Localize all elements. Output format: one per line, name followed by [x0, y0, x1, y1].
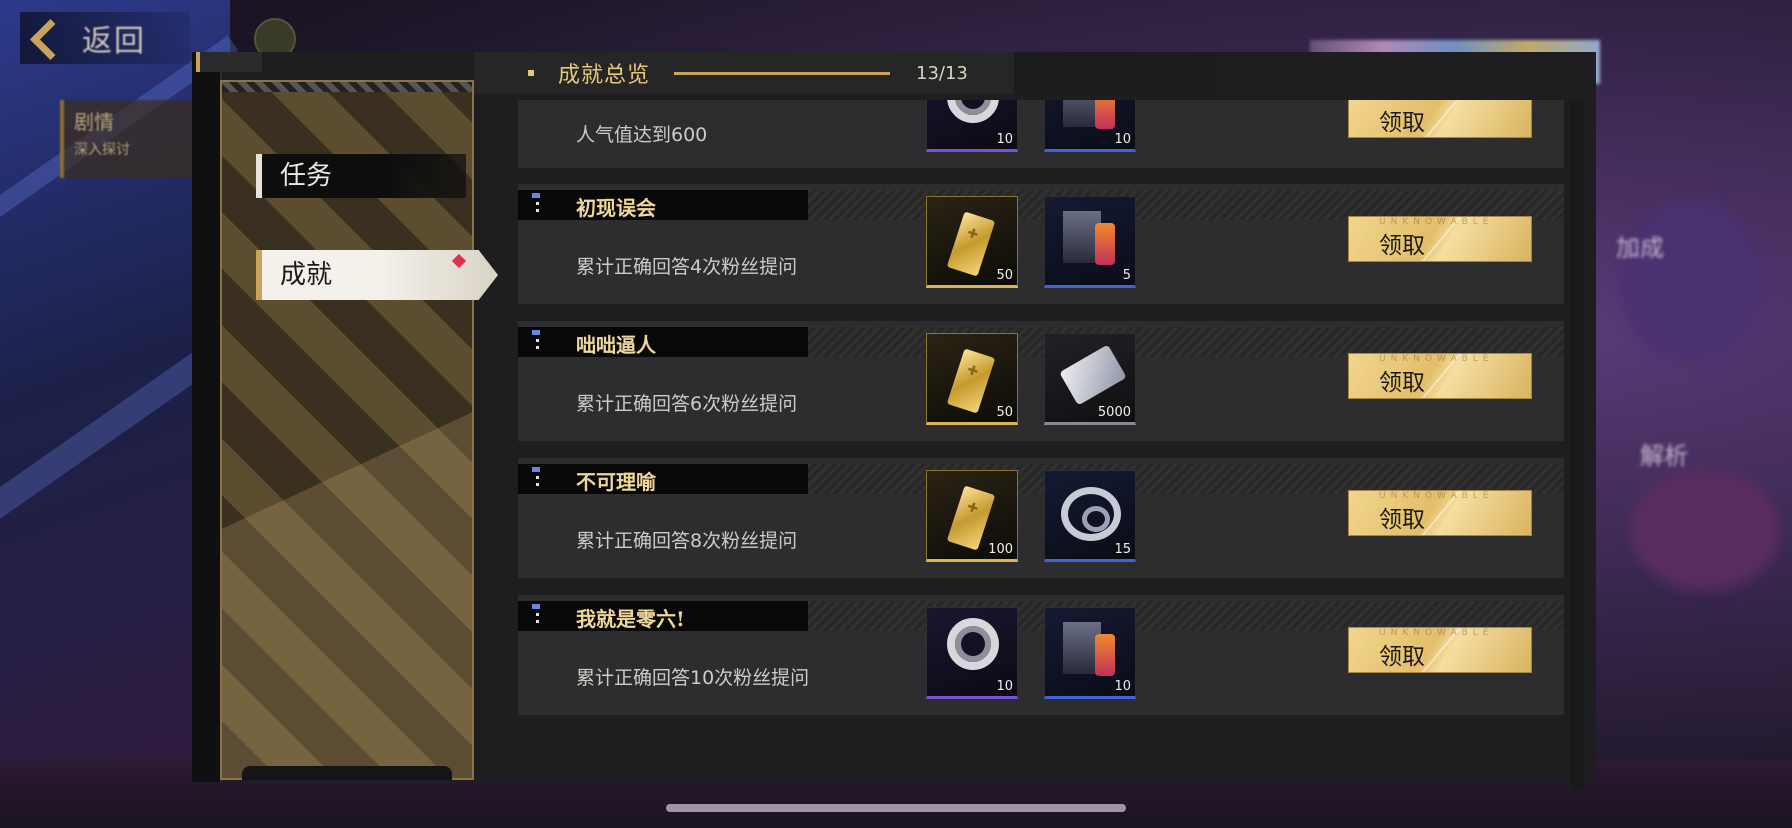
supply-box-icon [1063, 622, 1115, 676]
notification-dot [451, 253, 467, 269]
reward-qty: 10 [996, 679, 1013, 694]
gold-bar-icon [946, 211, 996, 277]
achievement-row: 我就是零六! 累计正确回答10次粉丝提问 10 10 UNKNOWABLE 领取 [518, 595, 1564, 715]
sidebar-item-task[interactable]: 任务 [256, 154, 466, 198]
achievement-name-bar [518, 327, 808, 357]
name-bar-pip [532, 193, 540, 198]
progress-count: 13/13 [916, 62, 968, 84]
achievement-desc: 人气值达到600 [576, 124, 708, 146]
reward-qty: 10 [1114, 132, 1131, 147]
gold-bar-icon [946, 348, 996, 414]
achievement-row: 初现误会 累计正确回答4次粉丝提问 50 5 UNKNOWABLE 领取 [518, 184, 1564, 304]
achievement-name: 咄咄逼人 [576, 333, 656, 357]
progress-bar [674, 71, 891, 75]
reward-item[interactable]: 10 [1044, 100, 1136, 152]
home-indicator[interactable] [666, 804, 1126, 812]
reward-item[interactable]: 5 [1044, 196, 1136, 288]
name-bar-pip [532, 467, 540, 472]
background-label: 加成 [1616, 234, 1664, 262]
reward-item[interactable]: 50 [926, 196, 1018, 288]
achievement-window: 任务 成就 成就总览 13/13 人气值达到600 10 10 领取 初现误会 … [192, 52, 1596, 790]
sidebar-foot [242, 766, 452, 780]
reward-item[interactable]: 15 [1044, 470, 1136, 562]
sidebar-item-label: 成就 [280, 260, 333, 290]
achievement-name-bar [518, 464, 808, 494]
reward-item[interactable]: 50 [926, 333, 1018, 425]
claim-label: 领取 [1379, 507, 1425, 533]
claim-button[interactable]: UNKNOWABLE 领取 [1348, 216, 1532, 262]
page-title: 成就总览 [558, 63, 651, 88]
reward-qty: 10 [996, 132, 1013, 147]
window-rail [192, 52, 222, 782]
scrollbar[interactable] [1570, 100, 1584, 790]
claim-label: 领取 [1379, 233, 1425, 259]
claim-label: 领取 [1379, 370, 1425, 396]
chevron-left-icon [24, 13, 58, 63]
reward-qty: 5 [1122, 268, 1131, 283]
reward-qty: 10 [1114, 679, 1131, 694]
achievement-desc: 累计正确回答10次粉丝提问 [576, 667, 810, 689]
claim-button[interactable]: UNKNOWABLE 领取 [1348, 490, 1532, 536]
reward-item[interactable]: 10 [926, 607, 1018, 699]
supply-box-icon [1063, 100, 1115, 129]
header-extension [1014, 52, 1214, 94]
sidebar-item-achievement[interactable]: 成就 [256, 250, 498, 300]
claim-button[interactable]: UNKNOWABLE 领取 [1348, 353, 1532, 399]
name-bar-pip [532, 330, 540, 335]
achievement-desc: 累计正确回答8次粉丝提问 [576, 530, 798, 552]
silver-knot-icon [947, 100, 999, 123]
background-light [1630, 470, 1780, 590]
gold-bar-icon [946, 485, 996, 551]
back-label: 返回 [82, 24, 146, 59]
claim-label: 领取 [1379, 644, 1425, 670]
background-card-subtitle: 深入探讨 [74, 142, 130, 158]
achievement-name: 我就是零六! [576, 607, 685, 631]
achievement-list[interactable]: 人气值达到600 10 10 领取 初现误会 累计正确回答4次粉丝提问 50 [518, 100, 1568, 790]
claim-button[interactable]: UNKNOWABLE 领取 [1348, 627, 1532, 673]
achievement-desc: 累计正确回答6次粉丝提问 [576, 393, 798, 415]
reward-qty: 15 [1114, 542, 1131, 557]
achievement-name: 初现误会 [576, 196, 656, 220]
background-light [1620, 200, 1760, 360]
reward-qty: 5000 [1097, 405, 1131, 420]
window-tab-accent [196, 52, 262, 72]
achievement-desc: 累计正确回答4次粉丝提问 [576, 256, 798, 278]
name-bar-pip [532, 604, 540, 609]
background-card-title: 剧情 [74, 110, 114, 134]
header: 成就总览 13/13 [474, 52, 1014, 94]
reward-qty: 50 [996, 268, 1013, 283]
achievement-row: 不可理喻 累计正确回答8次粉丝提问 100 15 UNKNOWABLE 领取 [518, 458, 1564, 578]
achievement-row: 人气值达到600 10 10 领取 [518, 100, 1564, 168]
achievement-name-bar [518, 190, 808, 220]
reward-qty: 50 [996, 405, 1013, 420]
reward-item[interactable]: 10 [1044, 607, 1136, 699]
back-button[interactable]: 返回 [20, 12, 190, 64]
achievement-row: 咄咄逼人 累计正确回答6次粉丝提问 50 5000 UNKNOWABLE 领取 [518, 321, 1564, 441]
reward-item[interactable]: 5000 [1044, 333, 1136, 425]
sidebar-item-label: 任务 [280, 161, 333, 191]
background-label: 解析 [1640, 442, 1688, 470]
reward-qty: 100 [988, 542, 1013, 557]
credit-card-icon [1059, 344, 1127, 406]
supply-box-icon [1063, 211, 1115, 265]
background-card: 剧情 深入探讨 [60, 100, 200, 178]
reward-item[interactable]: 10 [926, 100, 1018, 152]
achievement-name: 不可理喻 [576, 470, 656, 494]
claim-button[interactable]: 领取 [1348, 100, 1532, 138]
claim-label: 领取 [1379, 110, 1425, 136]
reward-item[interactable]: 100 [926, 470, 1018, 562]
header-marker [528, 70, 534, 76]
silver-knot-icon [947, 618, 999, 670]
silver-ring-icon [1061, 487, 1121, 541]
